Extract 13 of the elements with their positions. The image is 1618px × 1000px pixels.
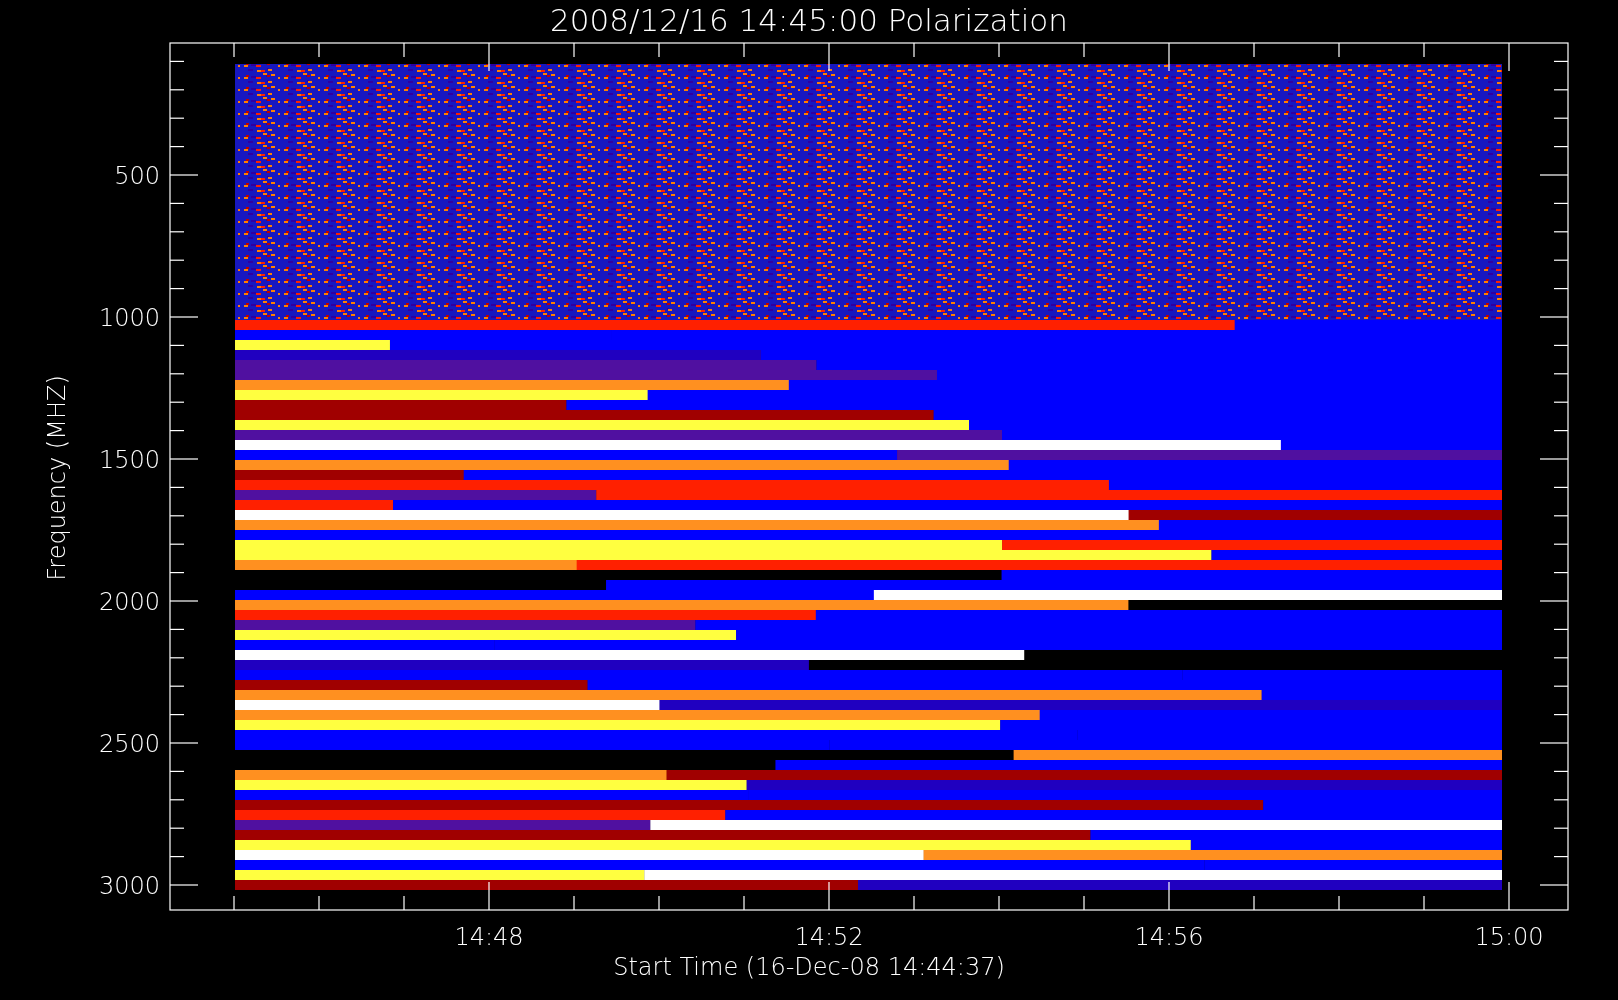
axis-label: Start Time (16-Dec-08 14:44:37) [613, 953, 1005, 981]
tick-label: 1000 [98, 304, 160, 332]
axis-label: Frequency (MHZ) [43, 375, 71, 581]
tick-label: 500 [114, 162, 160, 190]
tick-label: 2500 [98, 730, 160, 758]
tick-label: 14:56 [1134, 923, 1204, 951]
tick-label: 14:48 [454, 923, 524, 951]
tick-label: 1500 [98, 446, 160, 474]
tick-label: 3000 [98, 872, 160, 900]
tick-label: 15:00 [1474, 923, 1544, 951]
tick-label: 14:52 [794, 923, 864, 951]
chart-title: 2008/12/16 14:45:00 Polarization [550, 2, 1068, 38]
tick-label: 2000 [98, 588, 160, 616]
